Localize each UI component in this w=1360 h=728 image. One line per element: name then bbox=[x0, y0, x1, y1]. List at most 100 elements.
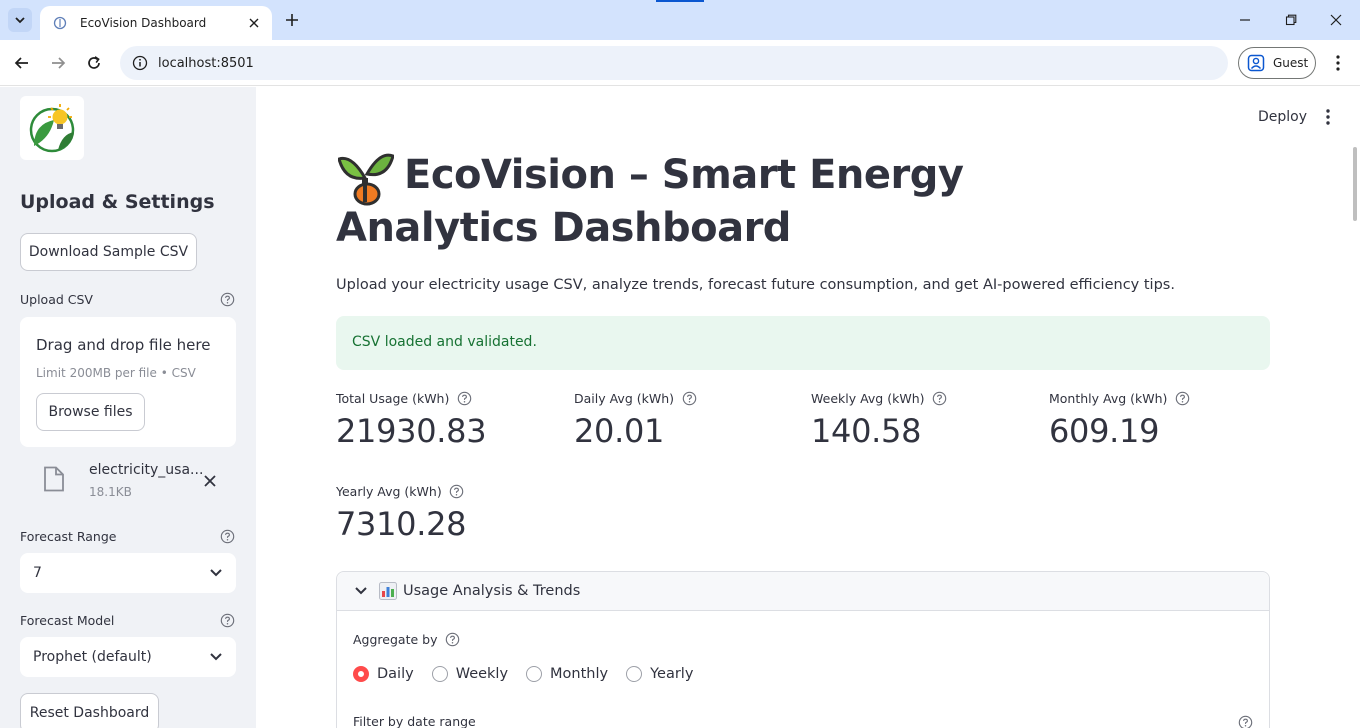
forecast-model-label: Forecast Model bbox=[20, 613, 115, 628]
new-tab-button[interactable] bbox=[282, 10, 302, 30]
download-sample-button[interactable]: Download Sample CSV bbox=[20, 233, 197, 271]
dropzone-limit: Limit 200MB per file • CSV bbox=[36, 366, 196, 380]
deploy-button[interactable]: Deploy bbox=[1258, 109, 1307, 125]
metric-value: 609.19 bbox=[1049, 412, 1160, 450]
help-circle-icon[interactable] bbox=[932, 390, 948, 406]
help-circle-icon[interactable] bbox=[1174, 390, 1190, 406]
main-content: Deploy EcoVision – Smart Energy Analytic… bbox=[256, 87, 1360, 728]
remove-file-icon[interactable] bbox=[200, 471, 220, 491]
radio-daily[interactable]: Daily bbox=[353, 666, 414, 682]
browse-files-button[interactable]: Browse files bbox=[36, 393, 145, 431]
browser-tab-bar: EcoVision Dashboard bbox=[0, 0, 1360, 40]
site-info-icon[interactable] bbox=[130, 53, 150, 73]
close-window-button[interactable] bbox=[1324, 8, 1348, 32]
chevron-down-icon bbox=[15, 17, 25, 24]
close-icon bbox=[1330, 14, 1342, 26]
app-logo bbox=[20, 96, 84, 160]
address-bar[interactable]: localhost:8501 bbox=[120, 46, 1228, 80]
profile-label: Guest bbox=[1273, 56, 1309, 70]
radio-monthly[interactable]: Monthly bbox=[526, 666, 608, 682]
app-menu-button[interactable] bbox=[1318, 107, 1338, 127]
metric-monthly-avg: Monthly Avg (kWh) 609.19 bbox=[1049, 390, 1190, 450]
restore-icon bbox=[1285, 14, 1297, 26]
metric-label: Monthly Avg (kWh) bbox=[1049, 390, 1168, 406]
minimize-button[interactable] bbox=[1233, 8, 1257, 32]
restore-button[interactable] bbox=[1279, 8, 1303, 32]
tab-search-button[interactable] bbox=[8, 8, 32, 32]
streamlit-favicon-icon bbox=[52, 15, 68, 31]
radio-checked-indicator bbox=[353, 666, 369, 682]
success-alert: CSV loaded and validated. bbox=[336, 316, 1270, 370]
radio-indicator bbox=[431, 666, 448, 682]
forecast-range-label: Forecast Range bbox=[20, 529, 117, 544]
help-circle-icon[interactable] bbox=[681, 390, 697, 406]
radio-label: Weekly bbox=[455, 666, 509, 682]
reload-button[interactable] bbox=[82, 51, 106, 75]
back-button[interactable] bbox=[10, 51, 34, 75]
radio-label: Monthly bbox=[550, 666, 609, 682]
metric-daily-avg: Daily Avg (kWh) 20.01 bbox=[574, 390, 697, 450]
help-circle-icon[interactable] bbox=[219, 528, 235, 544]
browser-menu-button[interactable] bbox=[1326, 51, 1350, 75]
forecast-model-select[interactable]: Prophet (default) bbox=[20, 637, 236, 677]
sidebar-heading: Upload & Settings bbox=[20, 191, 215, 213]
forecast-range-select[interactable]: 7 bbox=[20, 553, 236, 593]
forecast-model-value: Prophet (default) bbox=[33, 649, 152, 665]
filter-date-label: Filter by date range bbox=[353, 714, 476, 728]
expander-title: Usage Analysis & Trends bbox=[403, 583, 581, 599]
metric-total-usage: Total Usage (kWh) 21930.83 bbox=[336, 390, 487, 451]
file-dropzone[interactable]: Drag and drop file here Limit 200MB per … bbox=[20, 317, 236, 447]
help-circle-icon[interactable] bbox=[456, 390, 472, 406]
profile-button[interactable]: Guest bbox=[1238, 47, 1316, 79]
plus-icon bbox=[286, 14, 298, 26]
page-subtitle: Upload your electricity usage CSV, analy… bbox=[336, 277, 1175, 293]
metric-label: Daily Avg (kWh) bbox=[574, 390, 674, 406]
aggregate-radio-group: Daily Weekly Monthly Yearly bbox=[353, 666, 711, 682]
uploaded-file-name: electricity_usa... bbox=[89, 462, 204, 478]
dropzone-title: Drag and drop file here bbox=[36, 336, 211, 354]
tab-strip-accent bbox=[656, 0, 704, 2]
more-vert-icon bbox=[1326, 109, 1330, 125]
uploaded-file-size: 18.1KB bbox=[89, 485, 132, 499]
chevron-down-icon bbox=[208, 649, 224, 665]
radio-indicator bbox=[526, 666, 543, 682]
guest-profile-icon bbox=[1247, 54, 1265, 72]
expander-header[interactable]: Usage Analysis & Trends bbox=[337, 572, 1269, 611]
aggregate-label-row: Aggregate by bbox=[353, 631, 460, 647]
tab-title: EcoVision Dashboard bbox=[80, 16, 207, 30]
metric-label: Yearly Avg (kWh) bbox=[336, 483, 442, 499]
bar-chart-icon bbox=[379, 582, 397, 600]
help-circle-icon[interactable] bbox=[449, 483, 465, 499]
upload-csv-label: Upload CSV bbox=[20, 292, 93, 307]
forecast-range-value: 7 bbox=[33, 565, 42, 581]
reset-dashboard-button[interactable]: Reset Dashboard bbox=[20, 693, 159, 728]
aggregate-label: Aggregate by bbox=[353, 631, 438, 647]
leaf-bulb-logo-icon bbox=[29, 104, 75, 153]
url-text: localhost:8501 bbox=[158, 55, 254, 71]
radio-yearly[interactable]: Yearly bbox=[626, 666, 693, 682]
seedling-icon bbox=[338, 153, 394, 206]
help-circle-icon[interactable] bbox=[219, 291, 235, 307]
sidebar: Upload & Settings Download Sample CSV Up… bbox=[0, 87, 256, 728]
file-icon bbox=[42, 465, 66, 493]
forward-button[interactable] bbox=[46, 51, 70, 75]
chevron-down-icon bbox=[208, 565, 224, 581]
metric-yearly-avg: Yearly Avg (kWh) 7310.28 bbox=[336, 483, 467, 544]
tab-close-icon[interactable] bbox=[246, 15, 262, 31]
chevron-down-icon bbox=[353, 583, 369, 599]
main-scrollbar[interactable] bbox=[1353, 147, 1357, 221]
help-circle-icon[interactable] bbox=[219, 612, 235, 628]
radio-weekly[interactable]: Weekly bbox=[431, 666, 509, 682]
usage-analysis-expander: Usage Analysis & Trends Aggregate by Dai… bbox=[336, 571, 1270, 728]
help-circle-icon[interactable] bbox=[444, 631, 460, 647]
radio-label: Yearly bbox=[650, 666, 694, 682]
title-block: EcoVision – Smart Energy Analytics Dashb… bbox=[336, 149, 1136, 255]
minimize-icon bbox=[1240, 19, 1250, 21]
page-title: EcoVision – Smart Energy Analytics Dashb… bbox=[336, 152, 964, 251]
browser-tab[interactable]: EcoVision Dashboard bbox=[40, 6, 272, 40]
metric-value: 140.58 bbox=[811, 412, 922, 450]
radio-label: Daily bbox=[377, 666, 414, 682]
reload-icon bbox=[88, 56, 100, 69]
help-circle-icon[interactable] bbox=[1237, 714, 1253, 728]
more-vert-icon bbox=[1336, 55, 1340, 71]
